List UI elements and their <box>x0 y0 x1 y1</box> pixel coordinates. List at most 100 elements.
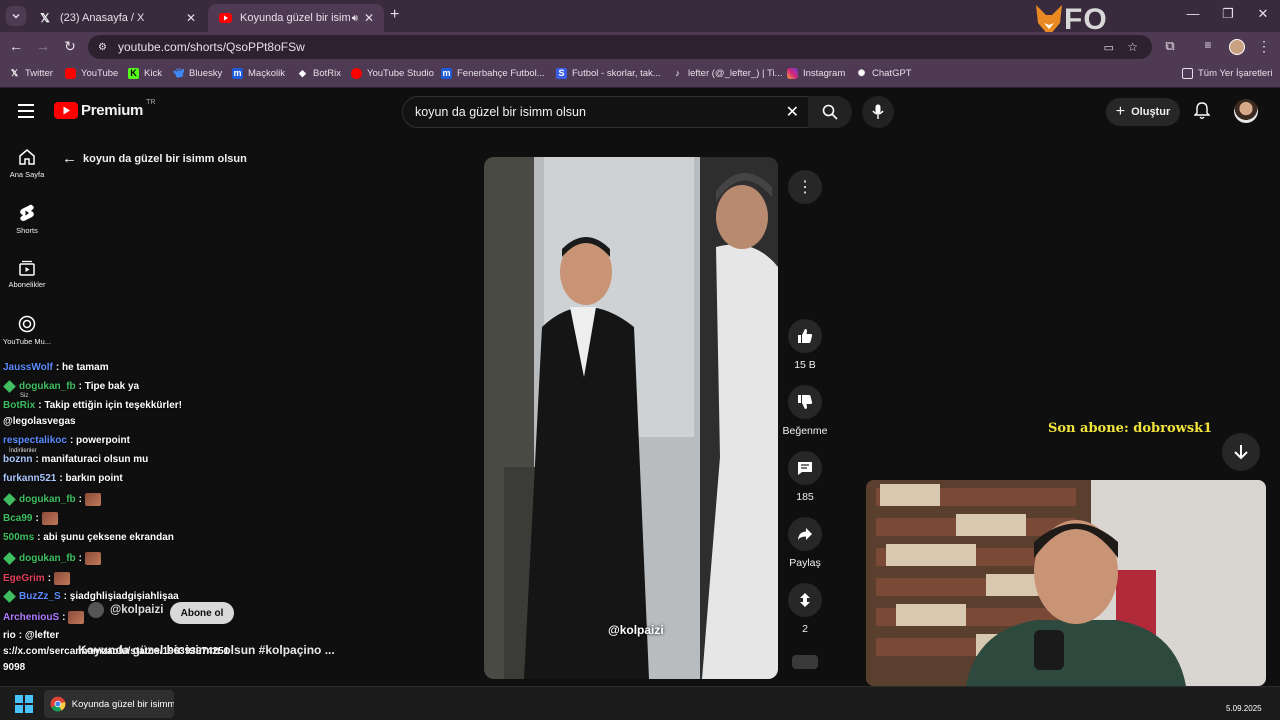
chat-username[interactable]: furkann521 <box>3 473 56 484</box>
tab-title: (23) Anasayfa / X <box>60 12 145 24</box>
video-title[interactable]: Koyunda güzel bir isimm olsun #kolpaçino… <box>78 643 480 657</box>
tab-youtube[interactable]: Koyunda güzel bir isimm ol 🔊︎ ✕ <box>208 4 384 32</box>
address-bar[interactable]: ⚙ youtube.com/shorts/QsoPPt8oFSw ▭ ☆ <box>88 35 1152 59</box>
account-avatar[interactable] <box>1234 99 1258 123</box>
channel-handle[interactable]: @kolpaizi <box>110 604 163 616</box>
chat-text: 9098 <box>3 662 26 673</box>
botrix-icon: ◆ <box>299 68 306 78</box>
bookmark-youtube[interactable]: YouTube <box>65 68 118 79</box>
chat-username[interactable]: dogukan_fb <box>19 494 76 505</box>
bookmark-bluesky[interactable]: 🦋︎ Bluesky <box>173 68 222 79</box>
site-info-icon[interactable]: ⚙ <box>98 42 107 53</box>
chat-username[interactable]: EgeGrim <box>3 573 45 584</box>
chat-text: : abi şunu çeksene ekrandan <box>37 532 174 543</box>
chat-username[interactable]: BuzZz_S <box>19 591 61 602</box>
chat-username[interactable]: Bca99 <box>3 513 32 524</box>
extensions-icon[interactable]: ⧉ <box>1160 38 1180 54</box>
nav-shorts[interactable]: Shorts <box>0 204 54 235</box>
bookmark-kick[interactable]: K Kick <box>128 68 162 79</box>
restore-icon[interactable]: ❐ <box>1213 6 1243 22</box>
chat-username[interactable]: respectalikoc <box>3 435 67 446</box>
profile-avatar[interactable] <box>1229 39 1245 55</box>
reload-icon[interactable]: ↻ <box>60 38 80 55</box>
media-control-icon[interactable]: ≡ <box>1198 38 1218 52</box>
bookmark-fenerbahce[interactable]: m Fenerbahçe Futbol... <box>441 68 545 79</box>
shorts-icon <box>20 204 34 221</box>
close-tab-icon[interactable]: ✕ <box>364 11 374 25</box>
tab-x[interactable]: 𝕏 (23) Anasayfa / X ✕ <box>28 4 206 32</box>
bookmark-botrix[interactable]: ◆ BotRix <box>297 68 341 79</box>
bookmark-futbol[interactable]: S Futbol - skorlar, tak... <box>556 68 661 79</box>
nav-subscriptions[interactable]: Abonelikler <box>0 260 54 289</box>
remix-button[interactable] <box>788 583 822 617</box>
mackolik-icon: m <box>232 68 243 79</box>
chat-text: : barkın point <box>59 473 123 484</box>
minimize-icon[interactable]: — <box>1178 6 1208 21</box>
notifications-bell-icon[interactable] <box>1193 102 1211 125</box>
bookmark-mackolik[interactable]: m Maçkolik <box>232 68 285 79</box>
more-menu-icon[interactable]: ⋮ <box>1254 38 1274 55</box>
tiktok-icon: ♪ <box>675 68 680 78</box>
cast-icon[interactable]: ▭ <box>1104 41 1114 54</box>
dislike-button[interactable] <box>788 385 822 419</box>
chat-emote-icon <box>85 493 102 506</box>
share-button[interactable] <box>788 517 822 551</box>
search-button[interactable] <box>808 96 852 128</box>
subscriber-badge-icon <box>3 552 16 565</box>
taskbar-app-title: Koyunda güzel bir isimm <box>71 698 174 710</box>
youtube-icon <box>65 68 76 79</box>
chat-emote-icon <box>54 572 71 585</box>
subscriber-badge-icon <box>3 493 16 506</box>
bookmark-star-icon[interactable]: ☆ <box>1127 40 1138 54</box>
comments-button[interactable] <box>788 451 822 485</box>
chat-message: furkann521: barkın point <box>3 473 123 484</box>
like-button[interactable] <box>788 319 822 353</box>
clear-search-icon[interactable]: ✕ <box>786 102 799 122</box>
back-arrow-icon: ← <box>62 150 77 167</box>
hamburger-menu-icon[interactable] <box>18 104 34 118</box>
bookmark-tiktok[interactable]: ♪ lefter (@_lefter_) | Ti... <box>672 68 782 79</box>
taskbar-chrome-app[interactable]: Koyunda güzel bir isimm <box>44 690 174 718</box>
youtube-premium-logo[interactable]: Premium TR <box>54 99 155 119</box>
new-tab-button[interactable]: + <box>390 6 399 24</box>
chat-text: : şiadghlişiadgişiahlişaa <box>63 591 179 602</box>
bookmark-youtube-studio[interactable]: YouTube Studio <box>351 68 434 79</box>
subscribe-button[interactable]: Abone ol <box>170 602 234 624</box>
more-options-button[interactable]: ⋮ <box>788 170 822 204</box>
back-button[interactable]: ← koyun da güzel bir isimm olsun <box>62 150 247 167</box>
chat-username[interactable]: dogukan_fb <box>19 381 76 392</box>
windows-start-icon[interactable] <box>15 695 33 713</box>
chat-username[interactable]: BotRix <box>3 400 35 411</box>
taskbar-date[interactable]: 5.09.2025 <box>1226 704 1262 713</box>
tab-list-button[interactable] <box>6 6 26 26</box>
nav-home[interactable]: Ana Sayfa <box>0 148 54 179</box>
chat-message: dogukan_fb: <box>3 552 102 565</box>
back-arrow-icon[interactable]: ← <box>6 38 26 54</box>
bookmark-chatgpt[interactable]: ✺ ChatGPT <box>856 68 912 79</box>
bookmark-instagram[interactable]: Instagram <box>787 68 845 79</box>
next-video-button[interactable] <box>1222 433 1260 471</box>
shorts-video-player[interactable]: @kolpaizi <box>484 157 778 679</box>
nav-youtube-music[interactable]: YouTube Mu... <box>0 315 54 346</box>
chat-username[interactable]: dogukan_fb <box>19 553 76 564</box>
sound-thumbnail[interactable] <box>792 655 818 669</box>
close-window-icon[interactable]: ✕ <box>1248 6 1278 22</box>
voice-search-button[interactable] <box>862 96 894 128</box>
chat-username[interactable]: 500ms <box>3 532 34 543</box>
channel-info: @kolpaizi <box>88 602 163 618</box>
chat-username[interactable]: ArcheniouS <box>3 612 59 623</box>
bookmark-twitter[interactable]: 𝕏 Twitter <box>9 68 53 79</box>
create-button[interactable]: + Oluştur <box>1106 98 1180 126</box>
forward-arrow-icon[interactable]: → <box>33 38 53 54</box>
all-bookmarks[interactable]: Tüm Yer İşaretleri <box>1182 68 1272 79</box>
search-input[interactable]: koyun da güzel bir isimm olsun ✕ <box>402 96 810 128</box>
like-count: 15 B <box>794 359 816 371</box>
speaker-icon[interactable]: 🔊︎ <box>352 13 358 24</box>
chat-message: 9098 <box>3 662 25 673</box>
channel-avatar[interactable] <box>88 602 104 618</box>
chrome-icon <box>50 696 66 712</box>
chat-username[interactable]: rio <box>3 630 16 641</box>
chat-username[interactable]: boznn <box>3 454 32 465</box>
close-tab-icon[interactable]: ✕ <box>186 11 196 25</box>
chat-username[interactable]: JaussWolf <box>3 362 53 373</box>
